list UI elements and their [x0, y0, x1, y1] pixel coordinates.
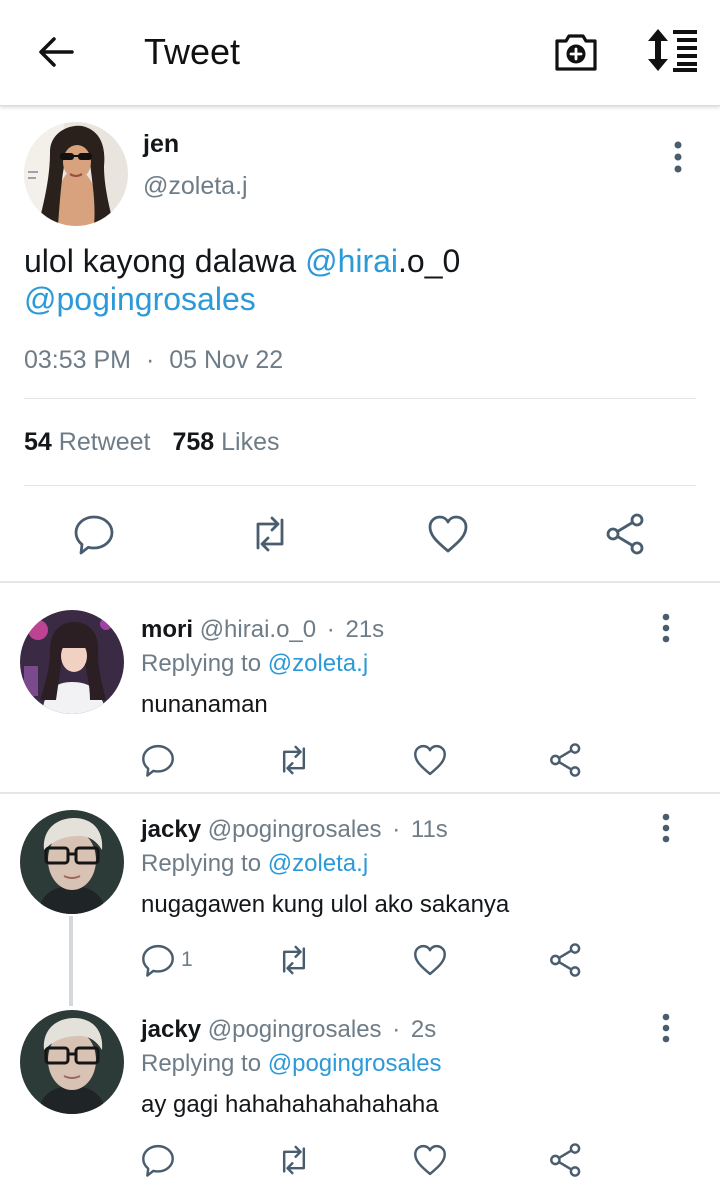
- mention-link[interactable]: @pogingrosales: [24, 281, 256, 317]
- camera-add-icon[interactable]: [553, 29, 599, 73]
- tweet-date: 05 Nov 22: [169, 346, 284, 374]
- replying-to-label: Replying to: [141, 650, 262, 677]
- reply-icon[interactable]: [140, 742, 176, 778]
- replying-to-label: Replying to: [141, 850, 262, 877]
- sort-list-icon[interactable]: [645, 28, 699, 72]
- arrow-left-icon[interactable]: [36, 32, 76, 72]
- author-name[interactable]: jen: [143, 130, 179, 159]
- tweet-timestamp: 03:53 PM · 05 Nov 22: [24, 346, 283, 375]
- divider: [24, 398, 696, 399]
- reply-icon[interactable]: [140, 942, 176, 978]
- avatar[interactable]: [24, 122, 128, 226]
- reply-text: nunanaman: [141, 691, 268, 718]
- reply-author-name[interactable]: jacky: [141, 1016, 201, 1043]
- separator-dot: ·: [392, 1016, 401, 1043]
- reply-author-handle[interactable]: @hirai.o_0: [200, 616, 316, 643]
- top-bar: Tweet: [0, 0, 720, 106]
- thread-line: [69, 916, 73, 1006]
- heart-icon[interactable]: [412, 742, 448, 778]
- tweet-text: ulol kayong dalawa @hirai.o_0 @pogingrosa…: [24, 242, 694, 318]
- share-icon[interactable]: [548, 942, 584, 978]
- retweet-icon[interactable]: [276, 742, 312, 778]
- share-icon[interactable]: [548, 1142, 584, 1178]
- reply-header: jacky @pogingrosales · 2s: [141, 1016, 436, 1044]
- likes-label: Likes: [221, 428, 280, 456]
- author-handle[interactable]: @zoleta.j: [143, 172, 248, 201]
- tweet-time: 03:53 PM: [24, 346, 132, 374]
- reply-time: 2s: [410, 1016, 437, 1043]
- mention-link[interactable]: @zoleta.j: [268, 850, 368, 877]
- mention-link[interactable]: @pogingrosales: [268, 1050, 442, 1077]
- likes-stat[interactable]: 758 Likes: [172, 428, 279, 457]
- replying-to: Replying to @pogingrosales: [141, 1050, 442, 1078]
- reply-header: jacky @pogingrosales · 11s: [141, 816, 448, 844]
- reply-text: ay gagi hahahahahahahaha: [141, 1091, 439, 1118]
- retweet-icon[interactable]: [276, 1142, 312, 1178]
- replying-to: Replying to @zoleta.j: [141, 850, 368, 878]
- reply-icon[interactable]: [72, 512, 116, 556]
- share-icon[interactable]: [548, 742, 584, 778]
- divider: [0, 792, 720, 794]
- reply-text: nugagawen kung ulol ako sakanya: [141, 891, 510, 918]
- retweet-label: Retweet: [58, 428, 151, 456]
- heart-icon[interactable]: [412, 1142, 448, 1178]
- tweet-text-mid: .o_0: [398, 243, 461, 279]
- mention-link[interactable]: @zoleta.j: [268, 650, 368, 677]
- reply-author-name[interactable]: jacky: [141, 816, 201, 843]
- retweet-icon[interactable]: [276, 942, 312, 978]
- retweet-icon[interactable]: [248, 512, 292, 556]
- separator-dot: ·: [145, 346, 155, 374]
- retweet-stat[interactable]: 54 Retweet: [24, 428, 150, 457]
- page-title: Tweet: [144, 31, 241, 72]
- heart-icon[interactable]: [412, 942, 448, 978]
- reply-icon[interactable]: [140, 1142, 176, 1178]
- mention-link[interactable]: @hirai: [305, 243, 398, 279]
- tweet-stats: 54 Retweet 758 Likes: [24, 428, 280, 457]
- share-icon[interactable]: [604, 512, 648, 556]
- divider: [0, 581, 720, 583]
- avatar[interactable]: [20, 610, 124, 714]
- avatar[interactable]: [20, 810, 124, 914]
- avatar[interactable]: [20, 1010, 124, 1114]
- replying-to-label: Replying to: [141, 1050, 262, 1077]
- reply-count: 1: [181, 948, 193, 971]
- separator-dot: ·: [392, 816, 401, 843]
- reply-time: 11s: [410, 816, 448, 843]
- more-options-icon[interactable]: [664, 140, 692, 174]
- more-options-icon[interactable]: [652, 1012, 680, 1044]
- tweet-text-plain: ulol kayong dalawa: [24, 243, 306, 279]
- reply-header: mori @hirai.o_0 · 21s: [141, 616, 384, 644]
- reply-author-handle[interactable]: @pogingrosales: [208, 816, 382, 843]
- separator-dot: ·: [326, 616, 335, 643]
- replying-to: Replying to @zoleta.j: [141, 650, 368, 678]
- retweet-count: 54: [24, 428, 52, 456]
- divider: [24, 485, 696, 486]
- more-options-icon[interactable]: [652, 612, 680, 644]
- reply-author-handle[interactable]: @pogingrosales: [208, 1016, 382, 1043]
- heart-icon[interactable]: [426, 512, 470, 556]
- likes-count: 758: [172, 428, 215, 456]
- more-options-icon[interactable]: [652, 812, 680, 844]
- reply-time: 21s: [345, 616, 385, 643]
- reply-author-name[interactable]: mori: [141, 616, 193, 643]
